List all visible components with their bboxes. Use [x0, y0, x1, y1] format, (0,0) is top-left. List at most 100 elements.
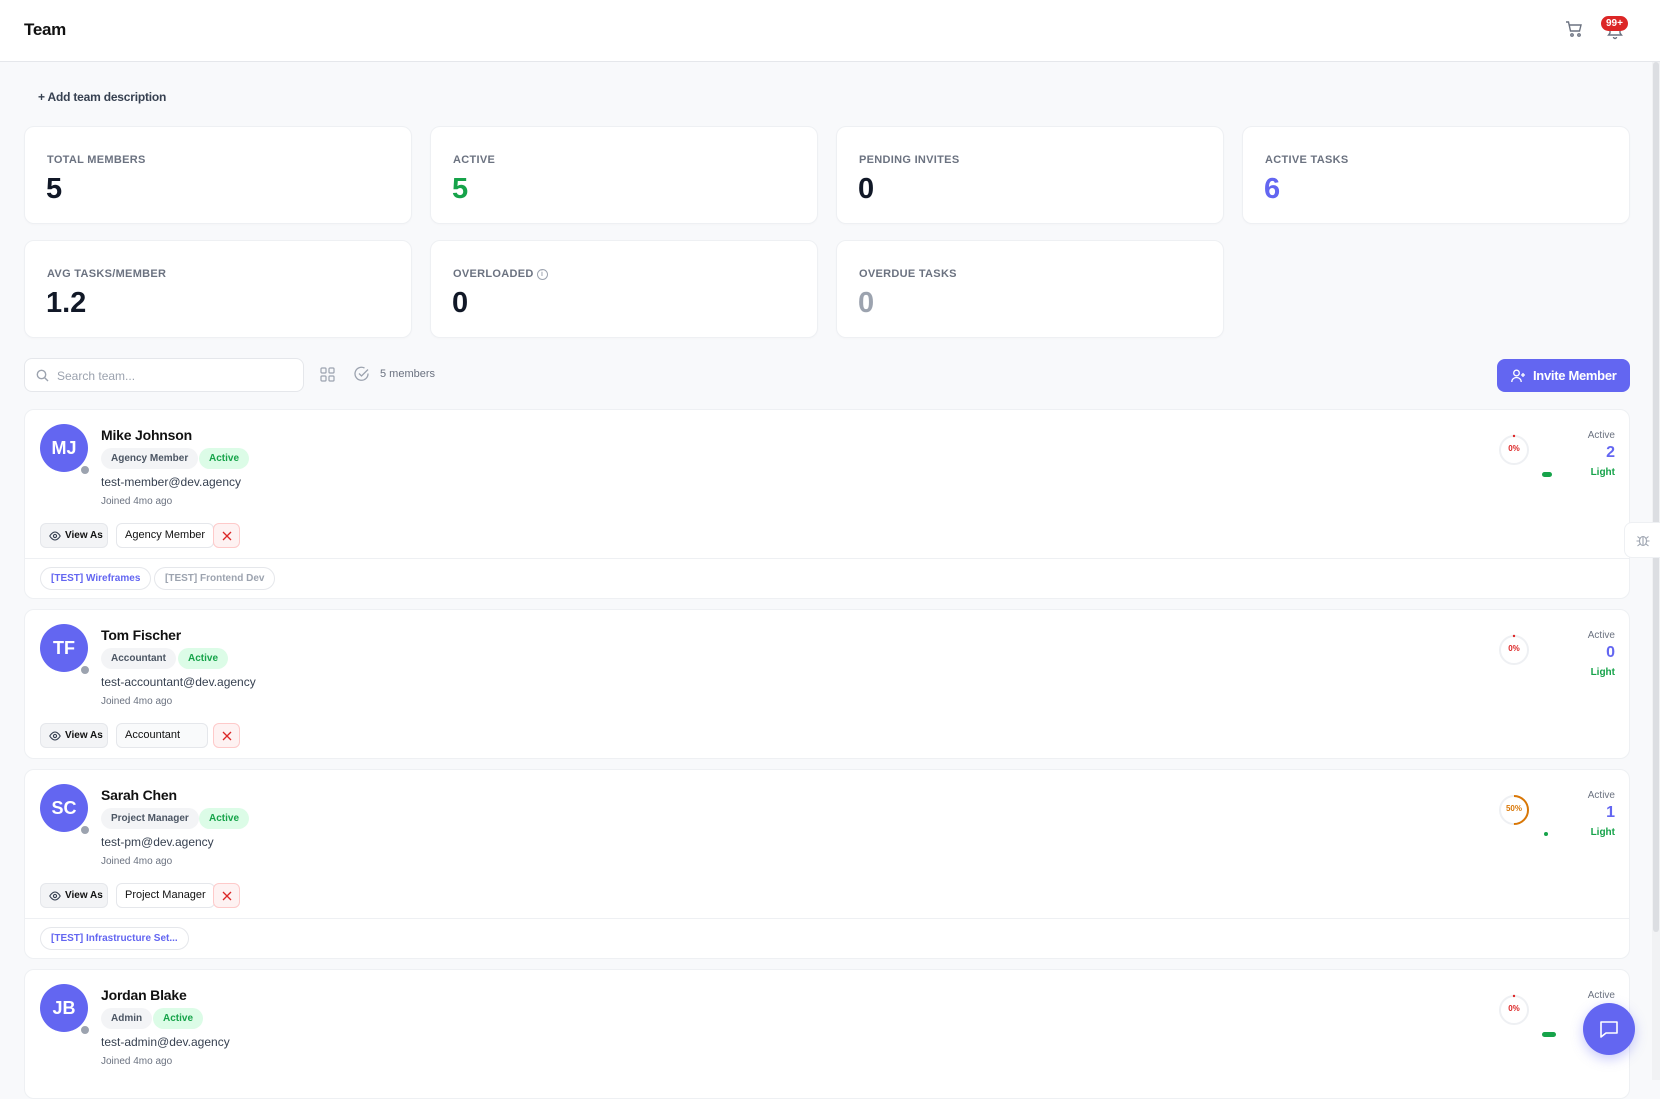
utilization-gauge: 0% — [1498, 994, 1530, 1026]
view-as-label: View As — [65, 890, 103, 901]
stat-card-active: ACTIVE 5 — [430, 126, 818, 224]
stat-label: ACTIVE TASKS — [1265, 154, 1349, 166]
member-card: MJ Mike Johnson Agency Member Active tes… — [24, 409, 1630, 599]
stat-value: 0 — [452, 287, 469, 319]
presence-indicator — [79, 1024, 91, 1036]
eye-icon — [49, 731, 61, 741]
invite-member-button[interactable]: Invite Member — [1497, 359, 1630, 392]
status-badge: Active — [153, 1008, 204, 1029]
info-icon[interactable]: i — [536, 268, 548, 280]
stat-label: TOTAL MEMBERS — [47, 154, 146, 166]
eye-icon — [49, 891, 61, 901]
check-circle-icon[interactable] — [354, 366, 370, 382]
workload-bar — [1542, 1032, 1556, 1037]
member-card: SC Sarah Chen Project Manager Active tes… — [24, 769, 1630, 959]
member-joined: Joined 4mo ago — [101, 696, 173, 707]
utilization-percent: 0% — [1508, 1004, 1520, 1013]
invite-member-label: Invite Member — [1533, 368, 1617, 383]
member-email: test-member@dev.agency — [101, 475, 242, 489]
member-name[interactable]: Tom Fischer — [101, 627, 181, 643]
view-as-button[interactable]: View As — [40, 523, 108, 548]
status-badge: Active — [199, 448, 250, 469]
active-label: Active — [1587, 990, 1615, 1001]
remove-member-button[interactable] — [213, 523, 240, 548]
workload-label: Light — [1590, 667, 1615, 678]
active-label: Active — [1587, 790, 1615, 801]
project-tag[interactable]: [TEST] Frontend Dev — [154, 567, 276, 590]
cart-icon[interactable] — [1564, 19, 1584, 39]
active-task-count: 0 — [1606, 644, 1615, 661]
member-card: TF Tom Fischer Accountant Active test-ac… — [24, 609, 1630, 759]
workload-label: Light — [1590, 827, 1615, 838]
remove-member-button[interactable] — [213, 883, 240, 908]
view-as-label: View As — [65, 530, 103, 541]
utilization-gauge: 0% — [1498, 634, 1530, 666]
status-badge: Active — [178, 648, 229, 669]
gauge-marker — [1512, 994, 1516, 998]
member-name[interactable]: Jordan Blake — [101, 987, 187, 1003]
member-name[interactable]: Mike Johnson — [101, 427, 192, 443]
role-badge: Admin — [101, 1008, 153, 1029]
presence-indicator — [79, 664, 91, 676]
members-count: 5 members — [380, 368, 436, 380]
bug-icon — [1636, 535, 1650, 547]
role-badge: Agency Member — [101, 448, 199, 469]
page-title: Team — [24, 20, 66, 39]
add-team-description-link[interactable]: + Add team description — [38, 90, 166, 104]
workload-label: Light — [1590, 467, 1615, 478]
utilization-gauge: 50% — [1498, 794, 1530, 826]
utilization-percent: 0% — [1508, 444, 1520, 453]
stat-card-total-members: TOTAL MEMBERS 5 — [24, 126, 412, 224]
scrollbar-thumb[interactable] — [1653, 62, 1659, 932]
active-task-count: 2 — [1606, 444, 1615, 461]
gauge-marker — [1512, 434, 1516, 438]
close-icon — [222, 531, 232, 541]
stat-value: 6 — [1264, 173, 1281, 205]
divider — [25, 558, 1629, 559]
remove-member-button[interactable] — [213, 723, 240, 748]
stat-label: PENDING INVITES — [859, 154, 960, 166]
member-joined: Joined 4mo ago — [101, 496, 173, 507]
search-input[interactable] — [55, 360, 299, 392]
stat-card-overdue-tasks: OVERDUE TASKS 0 — [836, 240, 1224, 338]
view-as-button[interactable]: View As — [40, 723, 108, 748]
chat-icon — [1600, 1021, 1618, 1038]
member-name[interactable]: Sarah Chen — [101, 787, 177, 803]
role-select[interactable]: Agency Member — [116, 523, 215, 548]
project-tag[interactable]: [TEST] Wireframes — [40, 567, 152, 590]
workload-bar — [1544, 832, 1548, 836]
role-select[interactable]: Project Manager — [116, 883, 215, 908]
close-icon — [222, 891, 232, 901]
active-label: Active — [1587, 430, 1615, 441]
member-joined: Joined 4mo ago — [101, 1056, 173, 1067]
top-bar: Team 99+ — [0, 0, 1660, 62]
search-box[interactable] — [24, 358, 304, 392]
utilization-gauge: 0% — [1498, 434, 1530, 466]
member-email: test-pm@dev.agency — [101, 835, 214, 849]
stat-label: OVERDUE TASKS — [859, 268, 957, 280]
presence-indicator — [79, 824, 91, 836]
view-as-label: View As — [65, 730, 103, 741]
role-badge: Project Manager — [101, 808, 199, 829]
utilization-percent: 0% — [1508, 644, 1520, 653]
status-badge: Active — [199, 808, 250, 829]
gauge-marker — [1512, 634, 1516, 638]
view-as-button[interactable]: View As — [40, 883, 108, 908]
stat-value: 1.2 — [46, 287, 87, 319]
user-plus-icon — [1511, 369, 1525, 383]
project-tag[interactable]: [TEST] Infrastructure Set... — [40, 927, 189, 950]
active-task-count: 1 — [1606, 804, 1615, 821]
notification-badge[interactable]: 99+ — [1601, 16, 1628, 31]
stat-label: OVERLOADED i — [453, 268, 548, 280]
stat-card-overloaded: OVERLOADED i 0 — [430, 240, 818, 338]
bug-report-tab[interactable] — [1624, 522, 1660, 558]
role-select[interactable]: Accountant — [116, 723, 208, 748]
stat-card-pending-invites: PENDING INVITES 0 — [836, 126, 1224, 224]
stat-value: 0 — [858, 173, 875, 205]
divider — [25, 918, 1629, 919]
stat-card-active-tasks: ACTIVE TASKS 6 — [1242, 126, 1630, 224]
active-label: Active — [1587, 630, 1615, 641]
chat-button[interactable] — [1583, 1003, 1635, 1055]
search-icon — [36, 369, 49, 382]
grid-icon[interactable] — [320, 367, 335, 382]
